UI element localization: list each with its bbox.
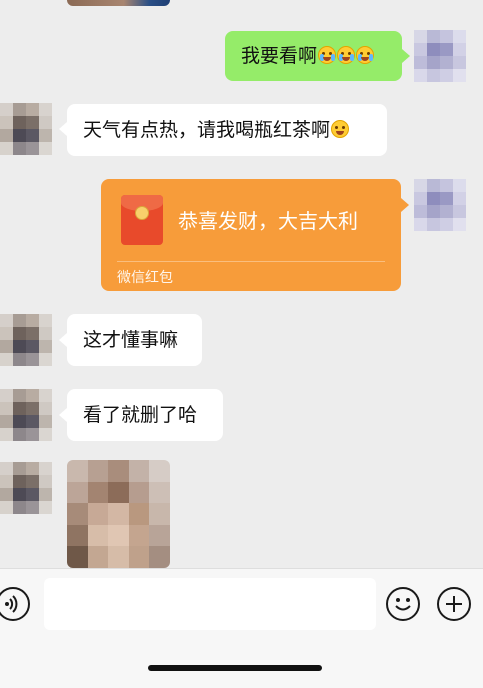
self-avatar[interactable] bbox=[414, 30, 466, 82]
emoji-icon[interactable] bbox=[386, 587, 420, 621]
bubble-tail bbox=[402, 49, 410, 63]
contact-avatar[interactable] bbox=[0, 389, 52, 441]
input-bar bbox=[0, 568, 483, 688]
previous-image-fragment[interactable] bbox=[67, 0, 170, 6]
message-bubble-self[interactable]: 我要看啊 bbox=[225, 31, 402, 81]
voice-icon[interactable] bbox=[0, 587, 30, 621]
plus-icon[interactable] bbox=[437, 587, 471, 621]
red-envelope-icon bbox=[121, 195, 163, 245]
tears-of-joy-face-icon bbox=[331, 120, 350, 138]
contact-avatar[interactable] bbox=[0, 462, 52, 514]
self-avatar[interactable] bbox=[414, 179, 466, 231]
message-text: 天气有点热，请我喝瓶红茶啊 bbox=[83, 119, 331, 141]
message-text: 我要看啊 bbox=[241, 45, 318, 67]
loudly-crying-face-icon bbox=[318, 46, 337, 64]
chat-area: 我要看啊 天气有点热，请我喝瓶红茶啊 恭喜发财，大吉大利 微信红包 这才懂事嘛 bbox=[0, 0, 483, 568]
red-packet-card[interactable]: 恭喜发财，大吉大利 微信红包 bbox=[101, 179, 401, 291]
bubble-tail bbox=[59, 333, 67, 347]
message-text: 看了就删了哈 bbox=[83, 404, 198, 426]
bubble-tail bbox=[59, 408, 67, 422]
message-text: 这才懂事嘛 bbox=[83, 329, 179, 351]
contact-avatar[interactable] bbox=[0, 314, 52, 366]
bubble-tail bbox=[59, 122, 67, 136]
red-packet-title: 恭喜发财，大吉大利 bbox=[178, 209, 358, 233]
red-packet-footer: 微信红包 bbox=[117, 270, 173, 286]
bubble-tail bbox=[401, 198, 409, 212]
divider bbox=[117, 261, 385, 262]
blurred-photo-message[interactable] bbox=[67, 460, 170, 568]
message-bubble-contact[interactable]: 看了就删了哈 bbox=[67, 389, 223, 441]
contact-avatar[interactable] bbox=[0, 103, 52, 155]
loudly-crying-face-icon bbox=[337, 46, 356, 64]
message-bubble-contact[interactable]: 这才懂事嘛 bbox=[67, 314, 202, 366]
message-input[interactable] bbox=[44, 578, 376, 630]
home-indicator[interactable] bbox=[148, 665, 322, 671]
loudly-crying-face-icon bbox=[356, 46, 375, 64]
message-bubble-contact[interactable]: 天气有点热，请我喝瓶红茶啊 bbox=[67, 104, 387, 156]
